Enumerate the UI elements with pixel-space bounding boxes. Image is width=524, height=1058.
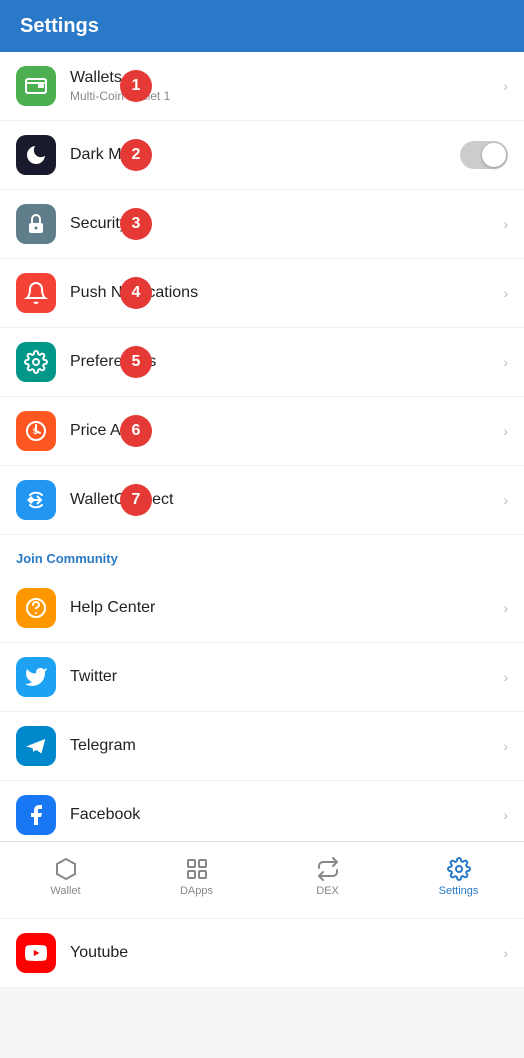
twitter-icon bbox=[16, 657, 56, 697]
wallets-label: Wallets bbox=[70, 69, 503, 87]
wallets-sublabel: Multi-Coin Wallet 1 bbox=[70, 89, 503, 103]
nav-dapps-label: DApps bbox=[180, 885, 213, 897]
nav-item-dapps[interactable]: DApps bbox=[131, 849, 262, 905]
dark-mode-toggle[interactable] bbox=[460, 141, 508, 169]
nav-dex-label: DEX bbox=[316, 885, 339, 897]
twitter-chevron: › bbox=[503, 669, 508, 685]
settings-item-wallets[interactable]: Wallets Multi-Coin Wallet 1 1 › bbox=[0, 52, 524, 121]
nav-item-dex[interactable]: DEX bbox=[262, 849, 393, 905]
settings-item-wallet-connect[interactable]: WalletConnect 7 › bbox=[0, 466, 524, 535]
facebook-label: Facebook bbox=[70, 806, 503, 824]
wallets-chevron: › bbox=[503, 78, 508, 94]
wallet-connect-label: WalletConnect bbox=[70, 491, 503, 509]
settings-item-security[interactable]: Security 3 › bbox=[0, 190, 524, 259]
header: Settings bbox=[0, 0, 524, 52]
settings-item-preferences[interactable]: Preferences 5 › bbox=[0, 328, 524, 397]
youtube-chevron: › bbox=[503, 945, 508, 961]
telegram-label: Telegram bbox=[70, 737, 503, 755]
wallets-icon bbox=[16, 66, 56, 106]
page-title: Settings bbox=[20, 15, 99, 38]
settings-item-youtube[interactable]: Youtube › bbox=[0, 919, 524, 988]
wallet-connect-icon bbox=[16, 480, 56, 520]
nav-settings-label: Settings bbox=[439, 885, 479, 897]
settings-item-push-notifications[interactable]: Push Notifications 4 › bbox=[0, 259, 524, 328]
nav-settings-icon bbox=[447, 857, 471, 881]
bottom-nav: Wallet DApps DEX Settings bbox=[0, 841, 524, 911]
security-label: Security bbox=[70, 215, 503, 233]
wallets-label-wrap: Wallets Multi-Coin Wallet 1 bbox=[70, 69, 503, 103]
nav-wallet-icon bbox=[54, 857, 78, 881]
price-alerts-label: Price Alerts bbox=[70, 422, 503, 440]
price-alerts-icon: $ bbox=[16, 411, 56, 451]
nav-item-settings[interactable]: Settings bbox=[393, 849, 524, 905]
help-center-icon bbox=[16, 588, 56, 628]
price-alerts-chevron: › bbox=[503, 423, 508, 439]
push-notifications-chevron: › bbox=[503, 285, 508, 301]
push-notifications-label: Push Notifications bbox=[70, 284, 503, 302]
settings-item-telegram[interactable]: Telegram › bbox=[0, 712, 524, 781]
wallet-connect-chevron: › bbox=[503, 492, 508, 508]
dark-mode-label: Dark Mode bbox=[70, 146, 460, 164]
push-notifications-icon bbox=[16, 273, 56, 313]
dark-mode-icon bbox=[16, 135, 56, 175]
facebook-chevron: › bbox=[503, 807, 508, 823]
settings-item-facebook[interactable]: Facebook › bbox=[0, 781, 524, 850]
preferences-chevron: › bbox=[503, 354, 508, 370]
help-center-label: Help Center bbox=[70, 599, 503, 617]
settings-item-twitter[interactable]: Twitter › bbox=[0, 643, 524, 712]
settings-item-help-center[interactable]: Help Center › bbox=[0, 574, 524, 643]
community-section-label: Join Community bbox=[0, 535, 524, 574]
svg-text:$: $ bbox=[33, 427, 38, 436]
telegram-chevron: › bbox=[503, 738, 508, 754]
settings-item-price-alerts[interactable]: $ Price Alerts 6 › bbox=[0, 397, 524, 466]
nav-dapps-icon bbox=[185, 857, 209, 881]
nav-wallet-label: Wallet bbox=[50, 885, 80, 897]
twitter-label: Twitter bbox=[70, 668, 503, 686]
telegram-icon bbox=[16, 726, 56, 766]
help-center-chevron: › bbox=[503, 600, 508, 616]
preferences-icon bbox=[16, 342, 56, 382]
youtube-icon bbox=[16, 933, 56, 973]
nav-item-wallet[interactable]: Wallet bbox=[0, 849, 131, 905]
youtube-label: Youtube bbox=[70, 944, 503, 962]
security-icon bbox=[16, 204, 56, 244]
facebook-icon bbox=[16, 795, 56, 835]
nav-dex-icon bbox=[316, 857, 340, 881]
security-chevron: › bbox=[503, 216, 508, 232]
settings-item-dark-mode[interactable]: Dark Mode 2 bbox=[0, 121, 524, 190]
preferences-label: Preferences bbox=[70, 353, 503, 371]
